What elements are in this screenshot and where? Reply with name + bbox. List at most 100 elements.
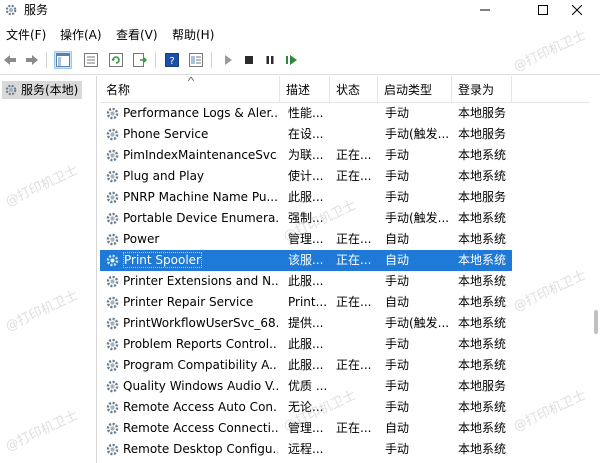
service-status xyxy=(336,124,376,145)
service-startup-type: 手动 xyxy=(385,145,453,166)
service-gear-icon xyxy=(106,107,119,120)
table-row[interactable]: Problem Reports Control... 此服... 手动 本地系统 xyxy=(100,334,512,355)
minimize-button[interactable] xyxy=(462,0,508,20)
service-description: Print... xyxy=(288,292,332,313)
service-description: 此服... xyxy=(288,187,332,208)
service-description-text: 管理... xyxy=(288,421,324,435)
column-header-description[interactable]: 描述 xyxy=(280,76,330,102)
table-row[interactable]: Plug and Play 使计... 正在... 手动 本地系统 xyxy=(100,166,512,187)
service-name: Remote Access Auto Con... xyxy=(123,397,278,418)
table-row[interactable]: Performance Logs & Aler... 性能... 手动 本地服务 xyxy=(100,103,512,124)
tree-item-services-local[interactable]: 服务(本地) xyxy=(2,81,82,99)
service-logon-as-text: 本地系统 xyxy=(458,421,507,435)
start-service-button[interactable] xyxy=(220,52,236,68)
forward-button[interactable] xyxy=(24,52,40,68)
export-list-icon xyxy=(133,53,147,67)
menu-file[interactable]: 文件(F) xyxy=(6,27,46,43)
service-name-text: Printer Repair Service xyxy=(123,295,254,309)
details-view-icon xyxy=(189,53,203,67)
refresh-button[interactable] xyxy=(108,52,124,68)
console-tree-button[interactable] xyxy=(54,51,72,69)
list-header: 名称 描述 状态 启动类型 登录为 xyxy=(100,76,600,103)
column-header-name[interactable]: 名称 xyxy=(100,76,280,102)
service-status xyxy=(336,313,376,334)
services-gear-icon xyxy=(5,84,17,96)
table-row[interactable]: Power 管理... 正在... 自动 本地系统 xyxy=(100,229,512,250)
service-name-text: PNRP Machine Name Pu... xyxy=(123,190,278,204)
table-row[interactable]: Remote Desktop Configu... 远程... 手动 本地系统 xyxy=(100,439,512,460)
service-gear-icon xyxy=(106,359,119,372)
menu-view[interactable]: 查看(V) xyxy=(116,27,158,43)
refresh-icon xyxy=(109,53,123,67)
close-button[interactable] xyxy=(554,0,600,20)
menu-help[interactable]: 帮助(H) xyxy=(172,27,214,43)
table-row[interactable]: Print Spooler 该服... 正在... 自动 本地系统 xyxy=(100,250,512,271)
service-description: 此服... xyxy=(288,334,332,355)
service-status xyxy=(336,376,376,397)
service-status: 正在... xyxy=(336,355,376,376)
service-startup-type-text: 自动 xyxy=(385,295,410,309)
service-name-text: Performance Logs & Aler... xyxy=(123,106,278,120)
service-description: 管理... xyxy=(288,229,332,250)
service-gear-icon xyxy=(106,149,119,162)
table-row[interactable]: PrintWorkflowUserSvc_68... 提供... 手动(触发... 本… xyxy=(100,313,512,334)
service-status: 正在... xyxy=(336,229,376,250)
service-description: 提供... xyxy=(288,313,332,334)
service-name-text: Phone Service xyxy=(123,127,209,141)
properties-button[interactable] xyxy=(83,52,99,68)
table-row[interactable]: Remote Access Connecti... 管理... 正在... 自动 本地系… xyxy=(100,418,512,439)
table-row[interactable]: Printer Extensions and N... 此服... 手动 本地系统 xyxy=(100,271,512,292)
service-startup-type-text: 手动 xyxy=(385,337,410,351)
column-header-logon-as[interactable]: 登录为 xyxy=(452,76,512,102)
table-row[interactable]: Quality Windows Audio V... 优质 ... 手动 本地服务 xyxy=(100,376,512,397)
column-header-startup-type[interactable]: 启动类型 xyxy=(378,76,452,102)
pause-service-button[interactable] xyxy=(262,52,278,68)
column-header-status[interactable]: 状态 xyxy=(330,76,378,102)
service-startup-type: 手动(触发... xyxy=(385,313,453,334)
table-row[interactable]: Remote Access Auto Con... 无论... 手动 本地系统 xyxy=(100,397,512,418)
minimize-icon xyxy=(480,9,490,11)
services-list: 名称 描述 状态 启动类型 登录为 Performance Logs & Ale… xyxy=(100,76,600,463)
properties-list-icon xyxy=(84,53,98,67)
service-name-text: Remote Access Auto Con... xyxy=(123,400,278,414)
service-description: 管理... xyxy=(288,418,332,439)
service-startup-type: 手动 xyxy=(385,397,453,418)
service-logon-as: 本地服务 xyxy=(458,103,512,124)
pause-icon xyxy=(266,56,274,64)
service-startup-type-text: 手动 xyxy=(385,148,410,162)
service-name: Program Compatibility A... xyxy=(123,355,278,376)
stop-service-button[interactable] xyxy=(241,52,257,68)
help-button[interactable]: ? xyxy=(164,52,180,68)
service-logon-as: 本地系统 xyxy=(458,166,512,187)
table-row[interactable]: Phone Service 在设... 手动(触发... 本地服务 xyxy=(100,124,512,145)
restart-service-button[interactable] xyxy=(284,52,300,68)
service-logon-as: 本地系统 xyxy=(458,355,512,376)
details-view-button[interactable] xyxy=(188,52,204,68)
export-list-button[interactable] xyxy=(132,52,148,68)
service-logon-as: 本地系统 xyxy=(458,439,512,460)
back-button[interactable] xyxy=(2,52,18,68)
service-description-text: 管理... xyxy=(288,232,324,246)
back-arrow-icon xyxy=(4,55,16,65)
table-row[interactable]: Program Compatibility A... 此服... 正在... 手动 本地… xyxy=(100,355,512,376)
service-gear-icon xyxy=(106,233,119,246)
help-icon: ? xyxy=(165,53,179,67)
service-status-text: 正在... xyxy=(336,358,372,372)
service-gear-icon xyxy=(106,338,119,351)
service-logon-as-text: 本地系统 xyxy=(458,232,507,246)
service-status: 正在... xyxy=(336,418,376,439)
table-row[interactable]: PimIndexMaintenanceSvc... 为联... 正在... 手动 本地系… xyxy=(100,145,512,166)
table-row[interactable]: Printer Repair Service Print... 正在... 自动 本地系… xyxy=(100,292,512,313)
menu-action[interactable]: 操作(A) xyxy=(60,27,102,43)
service-description: 优质 ... xyxy=(288,376,332,397)
table-row[interactable]: PNRP Machine Name Pu... 此服... 手动 本地服务 xyxy=(100,187,512,208)
service-description-text: 优质 ... xyxy=(288,379,328,393)
service-name-text: Print Spooler xyxy=(123,252,202,268)
service-name-text: Remote Desktop Configu... xyxy=(123,442,278,456)
service-description: 使计... xyxy=(288,166,332,187)
vertical-scrollbar[interactable] xyxy=(590,100,600,463)
service-name: Portable Device Enumera... xyxy=(123,208,278,229)
table-row[interactable]: Portable Device Enumera... 强制... 手动(触发... 本… xyxy=(100,208,512,229)
service-description: 性能... xyxy=(288,103,332,124)
scrollbar-thumb[interactable] xyxy=(594,310,598,334)
